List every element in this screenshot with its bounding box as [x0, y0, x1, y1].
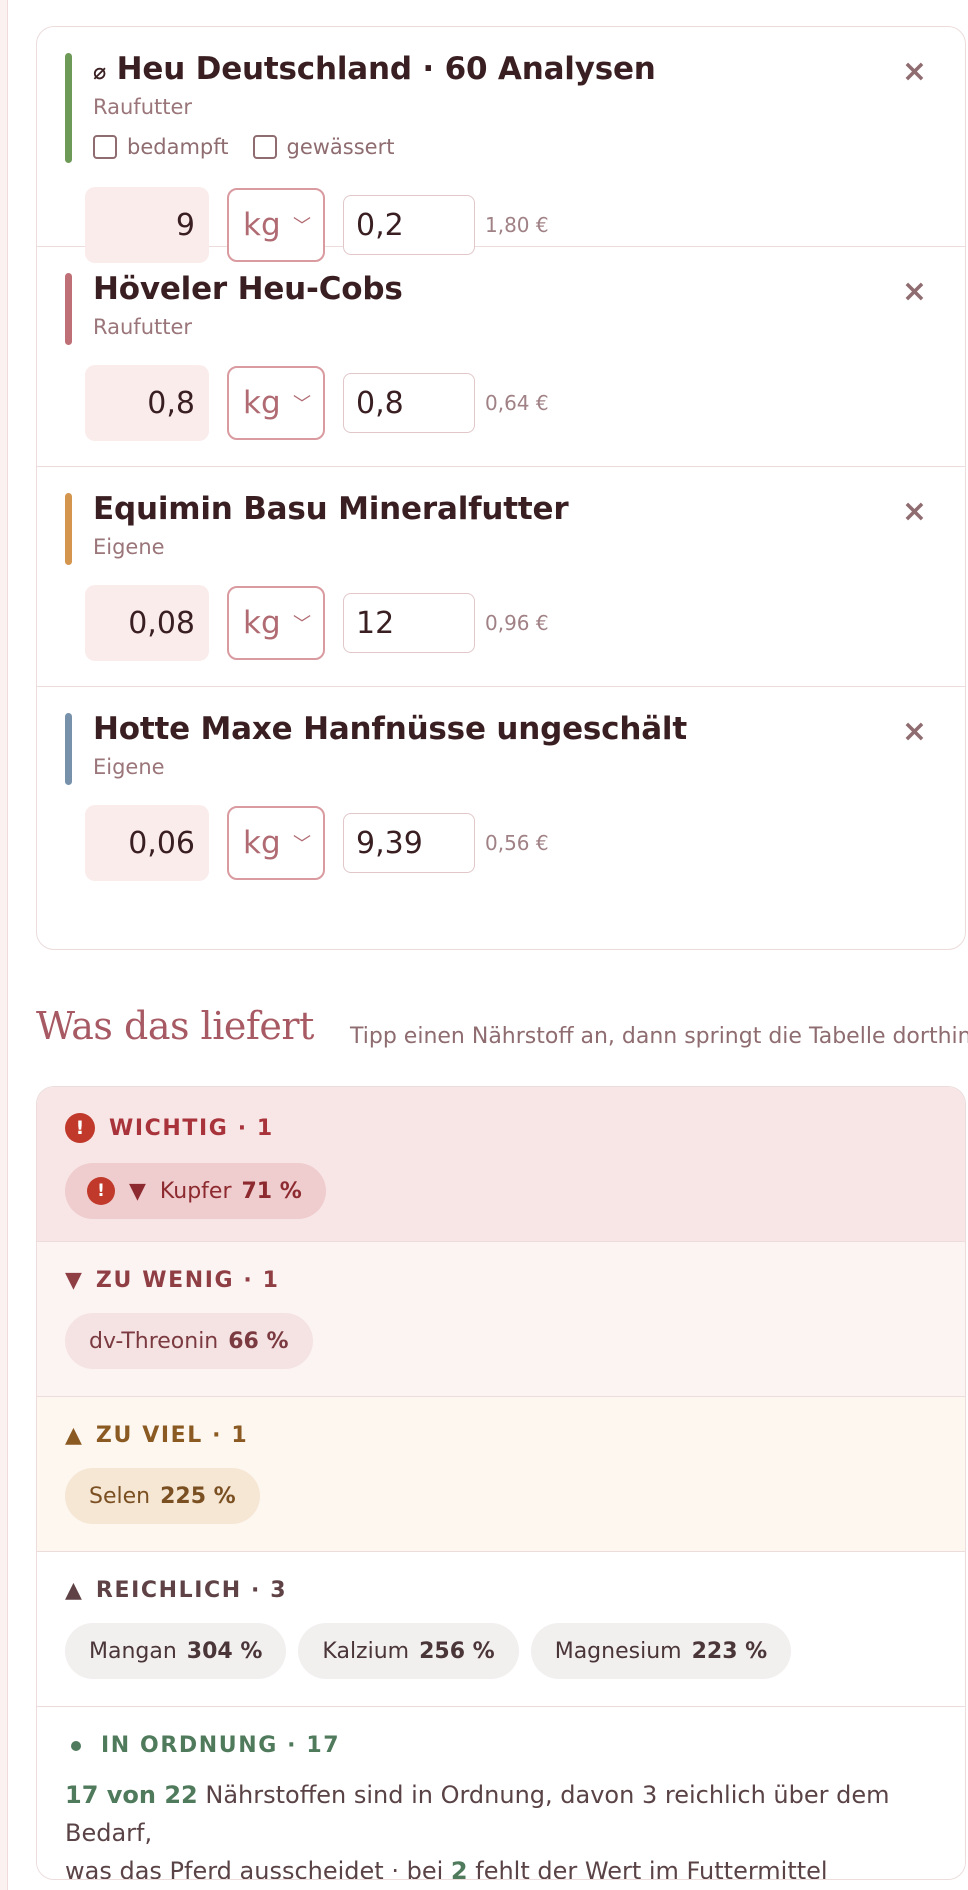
- group-header: ! WICHTIG · 1: [65, 1113, 937, 1143]
- price-input[interactable]: 0,8: [343, 373, 475, 433]
- feed-category: Eigene: [93, 535, 165, 559]
- feed-cost: 0,56 €: [485, 831, 549, 855]
- quantity-input[interactable]: 0,06: [85, 805, 209, 881]
- feed-item: Equimin Basu Mineralfutter Eigene × 0,08…: [37, 467, 965, 687]
- average-icon: ⌀: [93, 60, 107, 85]
- feed-category: Raufutter: [93, 95, 193, 119]
- group-zu-wenig: ▼ ZU WENIG · 1 dv-Threonin 66 %: [37, 1242, 965, 1397]
- feed-color-stripe: [65, 273, 72, 345]
- chevron-down-icon: ﹀: [293, 394, 311, 415]
- quantity-input[interactable]: 0,08: [85, 585, 209, 661]
- arrow-down-icon: ▼: [65, 1268, 82, 1293]
- feed-color-stripe: [65, 493, 72, 565]
- group-zu-viel: ▲ ZU VIEL · 1 Selen 225 %: [37, 1397, 965, 1552]
- chip-list: dv-Threonin 66 %: [65, 1313, 937, 1369]
- feed-options: bedampft gewässert: [93, 135, 394, 159]
- nutrient-chip-threonin[interactable]: dv-Threonin 66 %: [65, 1313, 313, 1369]
- feed-list: ⌀ Heu Deutschland · 60 Analysen Raufutte…: [36, 26, 966, 950]
- price-input[interactable]: 12: [343, 593, 475, 653]
- feed-amount-row: 0,08 kg ﹀ 12 0,96 €: [85, 585, 549, 661]
- unit-select[interactable]: kg ﹀: [227, 806, 325, 880]
- feed-name: Equimin Basu Mineralfutter: [93, 491, 569, 527]
- remove-feed-button[interactable]: ×: [902, 277, 927, 307]
- group-reichlich: ▲ REICHLICH · 3 Mangan 304 % Kalzium 256…: [37, 1552, 965, 1707]
- feed-name: Höveler Heu-Cobs: [93, 271, 403, 307]
- feed-name: ⌀ Heu Deutschland · 60 Analysen: [93, 51, 656, 87]
- remove-feed-button[interactable]: ×: [902, 57, 927, 87]
- feed-name: Hotte Maxe Hanfnüsse ungeschält: [93, 711, 687, 747]
- dot-icon: [71, 1740, 81, 1751]
- feed-item: ⌀ Heu Deutschland · 60 Analysen Raufutte…: [37, 27, 965, 263]
- feed-category: Eigene: [93, 755, 165, 779]
- nutrient-chip-selen[interactable]: Selen 225 %: [65, 1468, 260, 1524]
- chip-list: Selen 225 %: [65, 1468, 937, 1524]
- unit-select[interactable]: kg ﹀: [227, 586, 325, 660]
- chevron-down-icon: ﹀: [293, 614, 311, 635]
- checkbox-gewaessert[interactable]: gewässert: [252, 135, 394, 159]
- chevron-down-icon: ﹀: [293, 834, 311, 855]
- nutrient-summary: ! WICHTIG · 1 ! ▼ Kupfer 71 % ▼ ZU WENIG…: [36, 1086, 966, 1880]
- alert-icon: !: [87, 1177, 115, 1205]
- group-in-ordnung: IN ORDNUNG · 17 17 von 22 Nährstoffen si…: [37, 1707, 965, 1880]
- feed-cost: 0,64 €: [485, 391, 549, 415]
- feed-amount-row: 0,8 kg ﹀ 0,8 0,64 €: [85, 365, 549, 441]
- arrow-up-icon: ▲: [65, 1578, 82, 1603]
- group-header: ▲ ZU VIEL · 1: [65, 1423, 249, 1448]
- remove-feed-button[interactable]: ×: [902, 717, 927, 747]
- feed-cost: 0,96 €: [485, 611, 549, 635]
- feed-color-stripe: [65, 53, 72, 163]
- remove-feed-button[interactable]: ×: [902, 497, 927, 527]
- arrow-up-icon: ▲: [65, 1423, 82, 1448]
- group-header: ▲ REICHLICH · 3: [65, 1578, 288, 1603]
- chevron-down-icon: ﹀: [293, 216, 311, 237]
- quantity-input[interactable]: 0,8: [85, 365, 209, 441]
- feed-color-stripe: [65, 713, 72, 785]
- nutrient-chip-mangan[interactable]: Mangan 304 %: [65, 1623, 287, 1679]
- section-hint: Tipp einen Nährstoff an, dann springt di…: [350, 1024, 968, 1049]
- ok-summary-text: 17 von 22 Nährstoffen sind in Ordnung, d…: [65, 1781, 890, 1880]
- group-header: ▼ ZU WENIG · 1: [65, 1268, 280, 1293]
- checkbox-box[interactable]: [93, 135, 117, 159]
- nutrient-chip-kalzium[interactable]: Kalzium 256 %: [298, 1623, 519, 1679]
- page-edge: [0, 0, 8, 1890]
- feed-cost: 1,80 €: [485, 213, 549, 237]
- checkbox-box[interactable]: [252, 135, 277, 159]
- section-title: Was das liefert: [36, 1004, 314, 1048]
- feed-item: Hotte Maxe Hanfnüsse ungeschält Eigene ×…: [37, 687, 965, 907]
- price-input[interactable]: 9,39: [343, 813, 475, 873]
- chip-list: ! ▼ Kupfer 71 %: [65, 1163, 937, 1219]
- nutrient-chip-kupfer[interactable]: ! ▼ Kupfer 71 %: [65, 1163, 326, 1219]
- feed-item: Höveler Heu-Cobs Raufutter × 0,8 kg ﹀ 0,…: [37, 247, 965, 467]
- alert-icon: !: [65, 1113, 95, 1143]
- feed-category: Raufutter: [93, 315, 193, 339]
- chip-list: Mangan 304 % Kalzium 256 % Magnesium 223…: [65, 1623, 937, 1679]
- arrow-down-icon: ▼: [129, 1178, 146, 1204]
- group-header: IN ORDNUNG · 17: [65, 1733, 937, 1758]
- checkbox-bedampft[interactable]: bedampft: [93, 135, 229, 159]
- feed-amount-row: 0,06 kg ﹀ 9,39 0,56 €: [85, 805, 549, 881]
- group-wichtig: ! WICHTIG · 1 ! ▼ Kupfer 71 %: [37, 1087, 965, 1242]
- nutrient-chip-magnesium[interactable]: Magnesium 223 %: [530, 1623, 792, 1679]
- price-input[interactable]: 0,2: [343, 195, 475, 255]
- unit-select[interactable]: kg ﹀: [227, 366, 325, 440]
